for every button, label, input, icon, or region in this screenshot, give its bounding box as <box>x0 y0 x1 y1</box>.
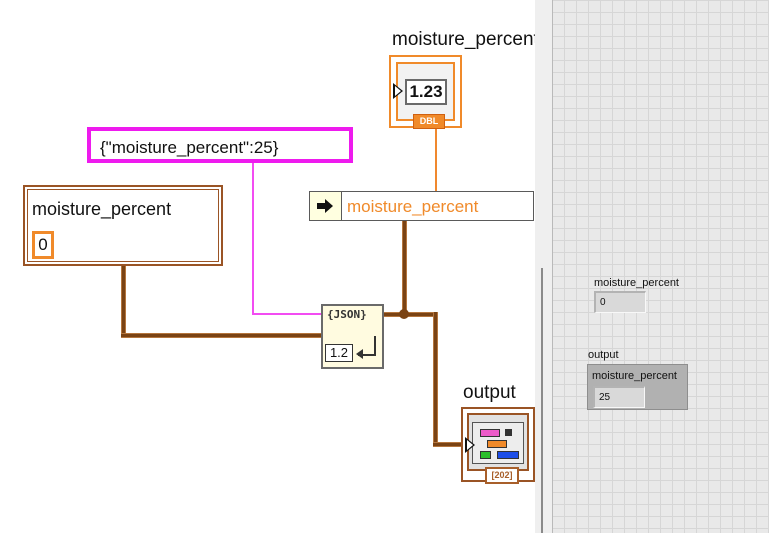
cluster-wire[interactable] <box>402 221 407 316</box>
fp-control-label: moisture_percent <box>594 277 679 289</box>
numeric-display-icon: 1.23 <box>405 79 447 105</box>
numeric-wire[interactable] <box>435 128 437 191</box>
unbundle-arrow-icon <box>310 192 342 220</box>
cluster-icon <box>472 422 524 464</box>
wire-junction-dot <box>399 309 409 319</box>
type-tag: [202] <box>485 467 519 484</box>
cluster-wire[interactable] <box>121 333 322 338</box>
cluster-wire[interactable] <box>383 312 435 317</box>
splitter-line <box>541 268 543 533</box>
unbundle-field-name: moisture_percent <box>347 197 479 216</box>
cluster-indicator-terminal[interactable]: [202] <box>461 407 535 484</box>
unflatten-from-json-node[interactable]: {JSON} 1.2 <box>321 304 384 369</box>
window-splitter[interactable] <box>535 0 552 533</box>
cluster-control-terminal[interactable]: moisture_percent 0 <box>23 185 223 266</box>
output-indicator-label: output <box>463 382 516 403</box>
json-string-constant[interactable]: {"moisture_percent":25} <box>87 127 353 163</box>
fp-output-numeric: 25 <box>593 386 645 408</box>
fp-control-numeric[interactable]: 0 <box>594 291 646 313</box>
string-wire[interactable] <box>252 163 254 315</box>
type-tag: DBL <box>413 114 445 129</box>
dbl-indicator-terminal[interactable]: 1.23 DBL <box>389 55 462 129</box>
fp-output-field-label: moisture_percent <box>592 370 677 382</box>
cluster-wire[interactable] <box>121 265 126 335</box>
cluster-wire[interactable] <box>433 312 438 446</box>
panel-edge <box>552 0 553 533</box>
cluster-control-label: moisture_percent <box>32 199 172 219</box>
fp-output-cluster[interactable]: moisture_percent 25 <box>587 364 688 410</box>
unbundle-by-name-node[interactable]: moisture_percent <box>309 191 534 221</box>
numeric-icon: 1.2 <box>325 344 353 362</box>
json-icon-text: {JSON} <box>327 308 367 321</box>
json-string-text: {"moisture_percent":25} <box>100 138 279 157</box>
block-diagram[interactable]: {"moisture_percent":25} moisture_percent… <box>0 0 535 533</box>
return-arrow-head-icon <box>356 349 363 359</box>
string-wire[interactable] <box>252 313 322 315</box>
input-arrow-inner <box>395 86 401 96</box>
fp-output-label: output <box>588 349 619 361</box>
dbl-indicator-label: moisture_percent <box>392 29 535 50</box>
numeric-element[interactable]: 0 <box>32 231 54 259</box>
front-panel[interactable]: moisture_percent 0 output <box>552 0 769 533</box>
input-arrow-inner <box>467 440 473 450</box>
